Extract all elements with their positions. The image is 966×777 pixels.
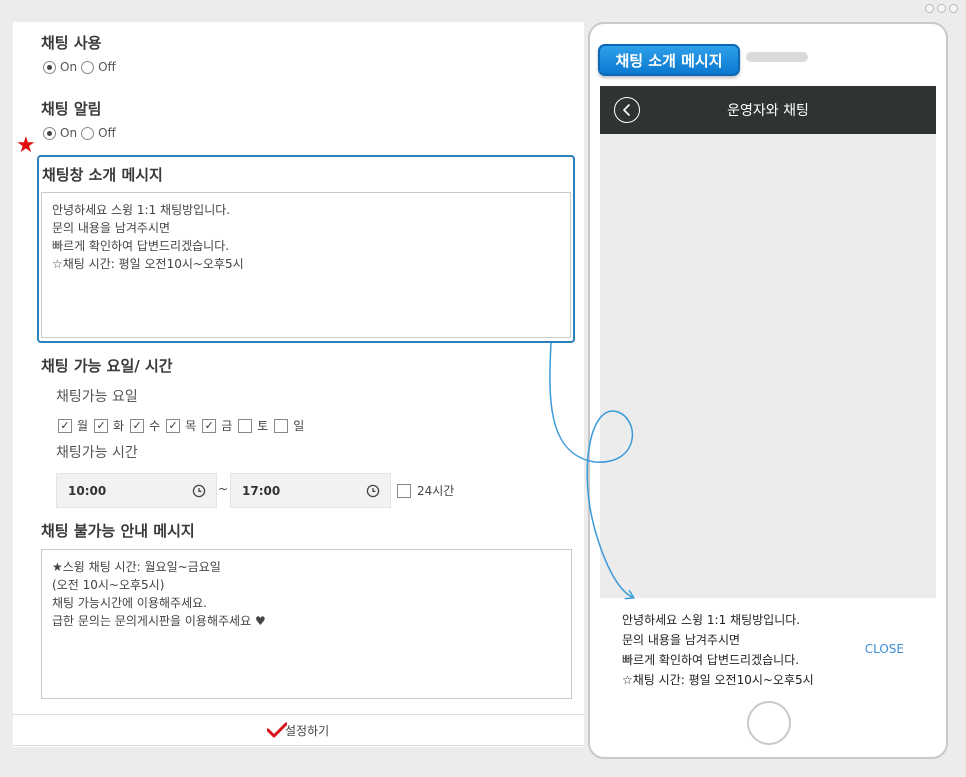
intro-message-popup: 안녕하세요 스윙 1:1 채팅방입니다. 문의 내용을 남겨주시면 빠르게 확인…	[600, 598, 936, 701]
all-day-label: 24시간	[417, 484, 455, 498]
intro-message-textarea[interactable]: 안녕하세요 스윙 1:1 채팅방입니다. 문의 내용을 남겨주시면 빠르게 확인…	[41, 192, 571, 338]
clock-icon[interactable]	[366, 484, 380, 498]
chat-use-on-radio[interactable]	[43, 60, 56, 74]
unavailable-title: 채팅 불가능 안내 메시지	[41, 522, 195, 540]
all-day-checkbox[interactable]	[397, 483, 411, 498]
start-time-value: 10:00	[68, 483, 107, 498]
back-button[interactable]	[614, 97, 640, 123]
day-checkbox-mon[interactable]: ✓	[58, 418, 72, 433]
chat-alert-radio-group: On Off	[43, 126, 120, 140]
available-title: 채팅 가능 요일/ 시간	[41, 357, 173, 375]
checkmark-icon	[267, 722, 287, 738]
chat-alert-off-radio[interactable]	[81, 126, 95, 140]
day-checkbox-tue[interactable]: ✓	[94, 418, 109, 433]
chat-use-off-label: Off	[98, 60, 116, 74]
day-label-sun: 일	[293, 419, 305, 433]
chat-settings-panel: 채팅 사용 On Off 채팅 알림 On Off 채팅창 소개 메시지 안녕하…	[13, 22, 584, 747]
phone-badge: 채팅 소개 메시지	[598, 44, 740, 76]
day-label-sat: 토	[257, 419, 269, 433]
day-label-tue: 화	[113, 419, 125, 433]
unavailable-message-textarea[interactable]: ★스윙 채팅 시간: 월요일~금요일 (오전 10시~오후5시) 채팅 가능시간…	[41, 549, 572, 699]
chat-header: 운영자와 채팅	[600, 86, 936, 134]
chat-use-radio-group: On Off	[43, 60, 120, 74]
time-separator: ~	[218, 482, 229, 496]
end-time-input[interactable]: 17:00	[230, 473, 391, 508]
day-checkbox-wed[interactable]: ✓	[130, 418, 145, 433]
popup-message-text: 안녕하세요 스윙 1:1 채팅방입니다. 문의 내용을 남겨주시면 빠르게 확인…	[622, 613, 814, 687]
start-time-input[interactable]: 10:00	[56, 473, 217, 508]
all-day-option: 24시간	[397, 482, 460, 499]
phone-screen: 운영자와 채팅 안녕하세요 스윙 1:1 채팅방입니다. 문의 내용을 남겨주시…	[600, 86, 936, 701]
chat-alert-off-label: Off	[98, 126, 116, 140]
chat-use-title: 채팅 사용	[41, 34, 102, 52]
chat-use-on-label: On	[60, 60, 78, 74]
star-marker-icon: ★	[16, 133, 36, 158]
window-controls	[925, 4, 958, 13]
chat-alert-title: 채팅 알림	[41, 100, 102, 118]
available-days-checkboxes: ✓ 월 ✓ 화 ✓ 수 ✓ 목 ✓ 금 토 일	[58, 417, 310, 434]
day-label-thu: 목	[185, 419, 197, 433]
day-checkbox-sun[interactable]	[274, 418, 289, 433]
divider	[13, 714, 584, 715]
chat-alert-on-label: On	[60, 126, 78, 140]
chevron-left-icon	[623, 104, 630, 116]
end-time-value: 17:00	[242, 483, 281, 498]
divider	[13, 745, 584, 746]
close-button[interactable]: CLOSE	[865, 642, 904, 656]
chat-alert-on-radio[interactable]	[43, 126, 56, 140]
day-checkbox-thu[interactable]: ✓	[166, 418, 181, 433]
chat-use-off-radio[interactable]	[81, 60, 95, 74]
day-label-mon: 월	[77, 419, 89, 433]
phone-speaker	[746, 52, 808, 62]
window-dot[interactable]	[937, 4, 946, 13]
day-label-fri: 금	[221, 419, 233, 433]
save-button[interactable]: 설정하기	[267, 719, 329, 741]
clock-icon[interactable]	[192, 484, 206, 498]
chat-header-title: 운영자와 채팅	[727, 103, 809, 119]
intro-message-highlight: 채팅창 소개 메시지 안녕하세요 스윙 1:1 채팅방입니다. 문의 내용을 남…	[37, 155, 575, 343]
available-days-label: 채팅가능 요일	[56, 389, 138, 405]
day-label-wed: 수	[149, 419, 161, 433]
window-dot[interactable]	[949, 4, 958, 13]
day-checkbox-sat[interactable]	[238, 418, 253, 433]
available-time-label: 채팅가능 시간	[56, 445, 138, 461]
intro-message-title: 채팅창 소개 메시지	[42, 166, 163, 184]
window-dot[interactable]	[925, 4, 934, 13]
home-button[interactable]	[747, 701, 791, 745]
day-checkbox-fri[interactable]: ✓	[202, 418, 217, 433]
phone-preview: 채팅 소개 메시지 운영자와 채팅 안녕하세요 스윙 1:1 채팅방입니다. 문…	[588, 22, 948, 759]
save-button-label: 설정하기	[285, 723, 330, 738]
